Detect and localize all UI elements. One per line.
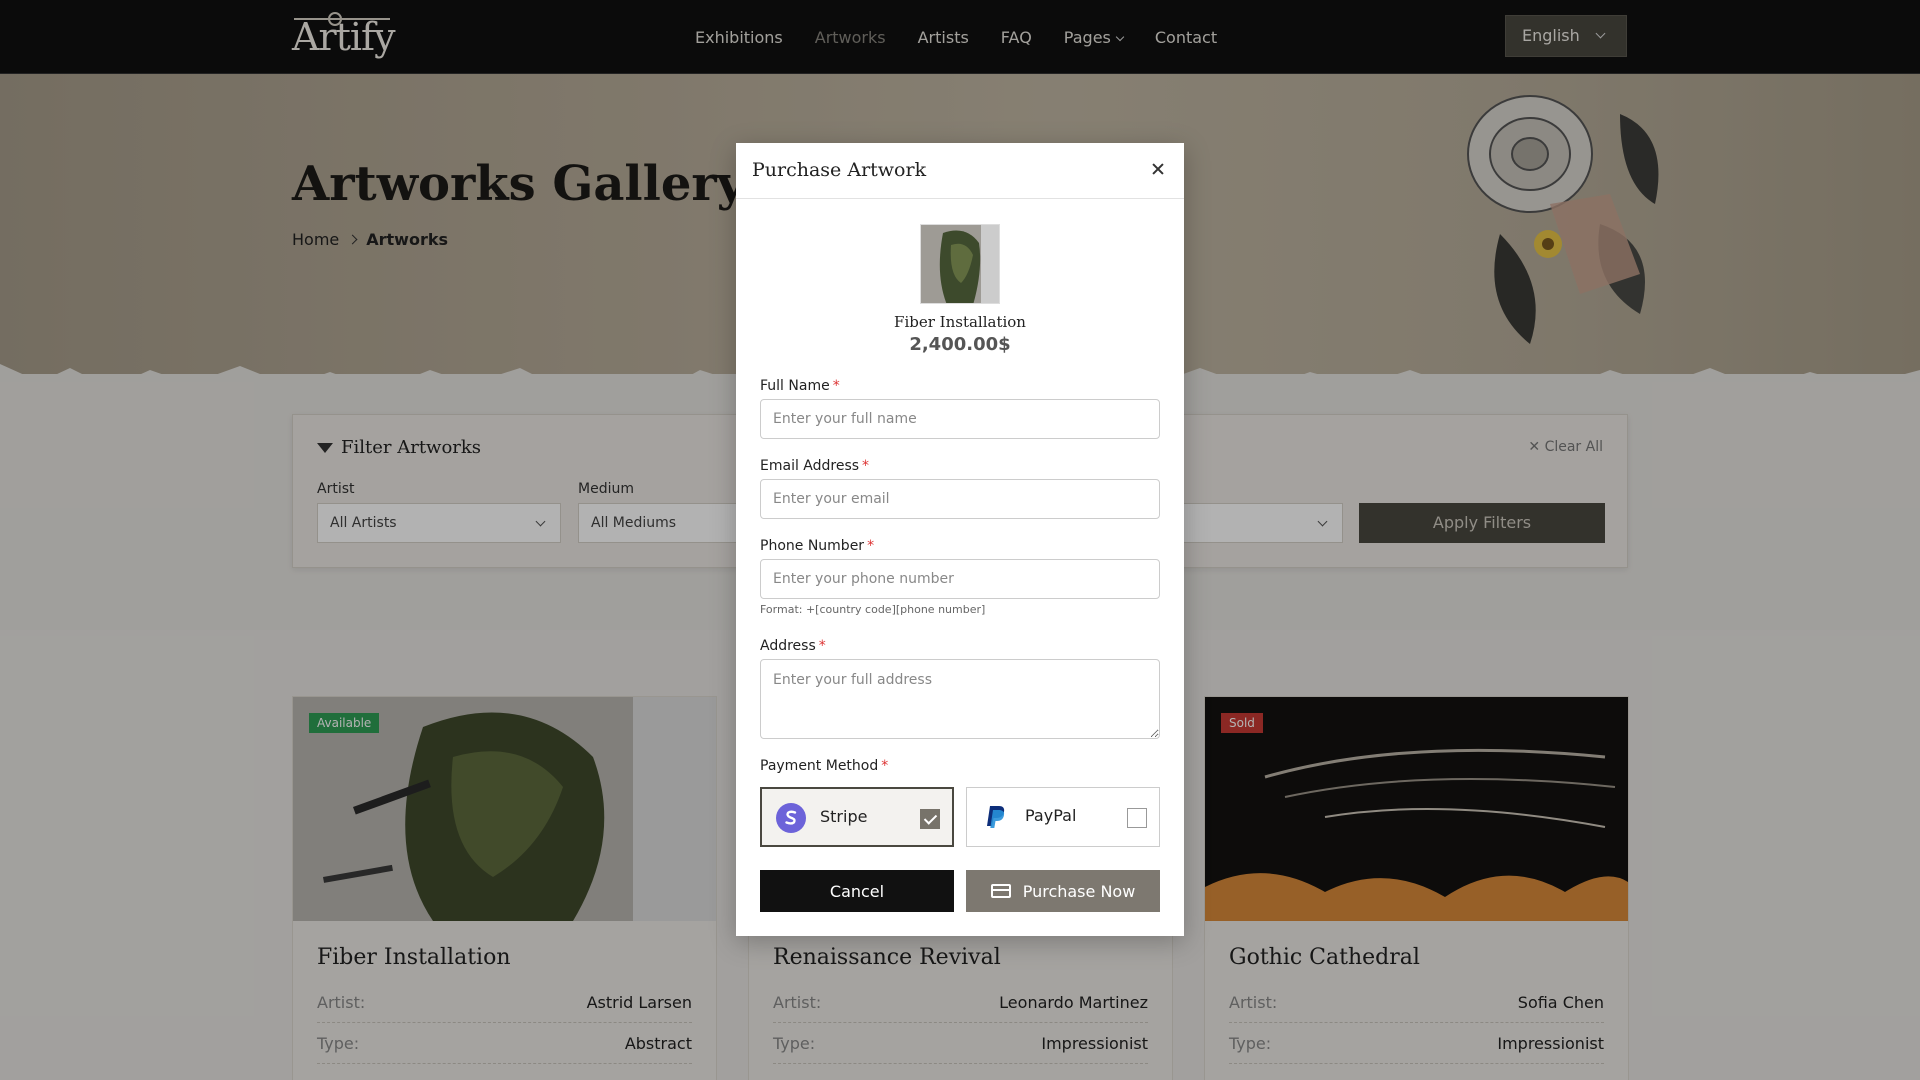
email-input[interactable] <box>760 479 1160 519</box>
full-name-label: Full Name * <box>760 378 840 394</box>
payment-method-label-text: Payment Method <box>760 758 879 774</box>
required-marker: * <box>881 758 889 774</box>
email-label: Email Address * <box>760 458 869 474</box>
paypal-label: PayPal <box>1025 806 1077 825</box>
payment-option-paypal[interactable]: PayPal <box>966 787 1160 847</box>
modal-header: Purchase Artwork <box>736 143 1184 199</box>
artwork-name: Fiber Installation <box>894 313 1026 331</box>
phone-input[interactable] <box>760 559 1160 599</box>
purchase-now-label: Purchase Now <box>1022 881 1136 901</box>
paypal-checkbox[interactable] <box>1127 808 1147 828</box>
required-marker: * <box>867 538 875 554</box>
address-label: Address * <box>760 638 826 654</box>
purchase-modal: Purchase Artwork Fiber Installation 2,40… <box>736 143 1184 936</box>
credit-card-icon <box>990 884 1011 898</box>
required-marker: * <box>818 638 826 654</box>
artwork-thumbnail-graphic <box>921 225 999 303</box>
close-icon[interactable] <box>1146 157 1170 181</box>
email-label-text: Email Address <box>760 458 860 474</box>
artwork-price: 2,400.00$ <box>909 334 1011 355</box>
full-name-input[interactable] <box>760 399 1160 439</box>
payment-option-stripe[interactable]: Stripe <box>760 787 954 847</box>
artwork-thumbnail <box>920 224 1000 304</box>
modal-title: Purchase Artwork <box>752 159 927 181</box>
payment-method-label: Payment Method * <box>760 758 888 774</box>
stripe-checkbox[interactable] <box>920 809 940 829</box>
stripe-icon <box>776 803 806 833</box>
phone-format-hint: Format: +[country code][phone number] <box>760 603 986 616</box>
stripe-label: Stripe <box>820 807 868 826</box>
cancel-button[interactable]: Cancel <box>760 870 954 912</box>
phone-label-text: Phone Number <box>760 538 865 554</box>
full-name-label-text: Full Name <box>760 378 830 394</box>
paypal-icon <box>987 806 1005 828</box>
phone-label: Phone Number * <box>760 538 874 554</box>
address-textarea[interactable] <box>760 659 1160 739</box>
required-marker: * <box>832 378 840 394</box>
purchase-now-button[interactable]: Purchase Now <box>966 870 1160 912</box>
address-label-text: Address <box>760 638 816 654</box>
required-marker: * <box>862 458 870 474</box>
